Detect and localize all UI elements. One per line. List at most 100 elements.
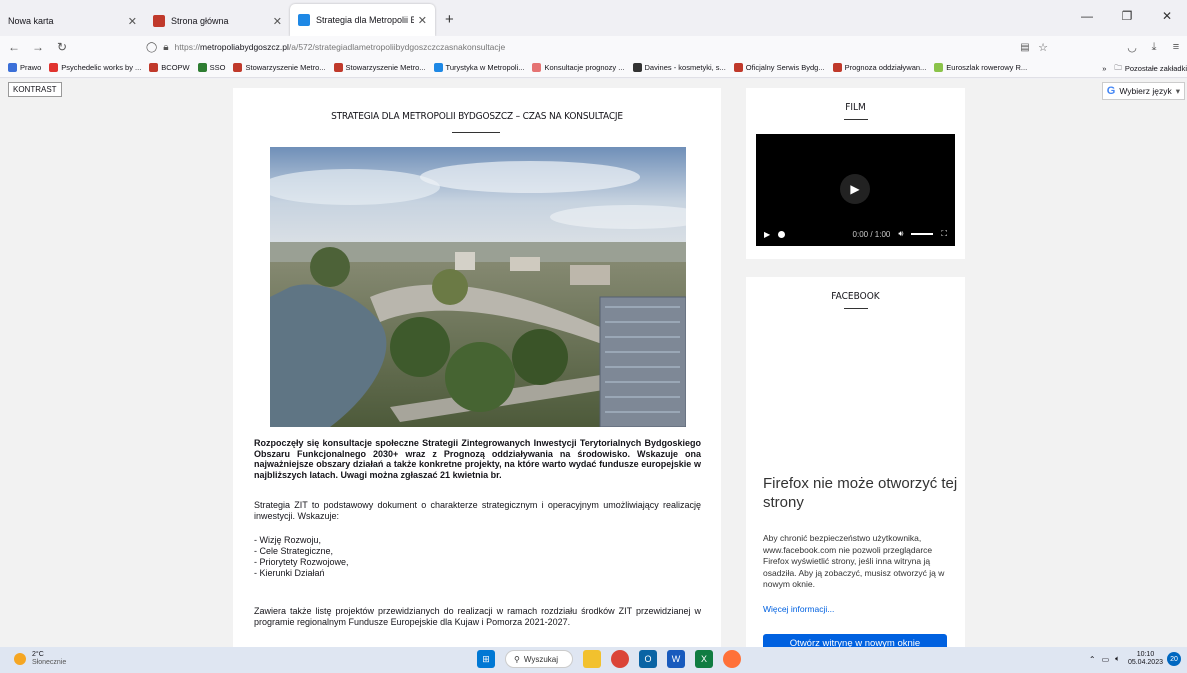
file-explorer-icon[interactable] bbox=[583, 650, 601, 668]
toolbar-right: ◡ ⤓ ≡ bbox=[1121, 36, 1187, 58]
bookmark-item[interactable]: SSO bbox=[197, 63, 225, 72]
embed-error-title: Firefox nie może otworzyć tej strony bbox=[763, 475, 958, 511]
windows-start-icon[interactable]: ⊞ bbox=[477, 650, 495, 668]
fullscreen-icon[interactable]: ⛶ bbox=[941, 229, 947, 239]
bookmark-label: Psychedelic works by ... bbox=[61, 63, 142, 72]
bookmark-favicon-icon bbox=[832, 63, 842, 72]
bookmark-favicon-icon bbox=[433, 63, 443, 72]
bookmark-item[interactable]: Prognoza oddziaływan... bbox=[832, 63, 927, 72]
pocket-icon[interactable]: ◡ bbox=[1121, 41, 1143, 54]
bookmarks-toolbar: Prawo Psychedelic works by ... BCOPW SSO Sto… bbox=[0, 58, 1187, 78]
window-controls: — ❐ ✕ bbox=[1067, 0, 1187, 32]
lock-icon[interactable]: 🔒︎ bbox=[163, 42, 168, 53]
new-tab-plus-icon[interactable]: + bbox=[435, 11, 464, 38]
bookmark-favicon-icon bbox=[197, 63, 207, 72]
bookmark-item[interactable]: Konsultacje prognozy ... bbox=[532, 63, 625, 72]
bookmark-favicon-icon bbox=[8, 63, 17, 72]
notification-badge[interactable]: 20 bbox=[1167, 652, 1181, 666]
bookmark-star-icon[interactable]: ☆ bbox=[1034, 41, 1052, 54]
bookmark-label: Stowarzyszenie Metro... bbox=[345, 63, 426, 72]
menu-icon[interactable]: ≡ bbox=[1165, 41, 1187, 53]
shield-icon[interactable]: ◯ bbox=[146, 42, 157, 53]
film-heading: FILM bbox=[845, 102, 866, 113]
url-domain: metropoliabydgoszcz.pl bbox=[200, 42, 289, 52]
close-window-icon[interactable]: ✕ bbox=[1147, 0, 1187, 32]
list-item: - Wizję Rozwoju, bbox=[254, 535, 322, 545]
article-paragraph: Strategia ZIT to podstawowy dokument o c… bbox=[254, 500, 701, 521]
word-icon[interactable]: W bbox=[667, 650, 685, 668]
article-photo bbox=[270, 147, 686, 427]
weather-condition: Słonecznie bbox=[32, 659, 67, 666]
excel-icon[interactable]: X bbox=[695, 650, 713, 668]
minimize-icon[interactable]: — bbox=[1067, 0, 1107, 32]
facebook-heading: FACEBOOK bbox=[831, 291, 880, 302]
close-tab-icon[interactable]: ✕ bbox=[269, 15, 282, 28]
article-card: STRATEGIA DLA METROPOLII BYDGOSZCZ – CZA… bbox=[233, 88, 721, 647]
volume-icon[interactable]: 🔊︎ bbox=[898, 229, 903, 239]
double-chevron-icon[interactable]: » bbox=[1102, 64, 1106, 73]
chevron-down-icon: ▾ bbox=[1175, 85, 1180, 96]
back-arrow-icon[interactable]: ← bbox=[4, 40, 24, 54]
article-list: - Wizję Rozwoju, - Cele Strategiczne, - … bbox=[254, 535, 701, 579]
downloads-icon[interactable]: ⤓ bbox=[1143, 41, 1165, 54]
bookmark-favicon-icon bbox=[733, 63, 743, 72]
seek-handle[interactable] bbox=[778, 230, 786, 238]
tab-title: Strona główna bbox=[171, 16, 229, 26]
tab-strip: Nowa karta ✕ Strona główna ✕ Strategia d… bbox=[0, 0, 1187, 38]
reader-view-icon[interactable]: ▤ bbox=[1016, 42, 1034, 53]
bookmark-favicon-icon bbox=[333, 63, 343, 72]
bookmark-item[interactable]: Turystyka w Metropoli... bbox=[433, 63, 525, 72]
site-favicon-icon bbox=[153, 15, 165, 27]
weather-widget[interactable]: 2°C Słonecznie bbox=[14, 651, 66, 667]
bookmark-item[interactable]: Stowarzyszenie Metro... bbox=[233, 63, 326, 72]
chrome-icon[interactable] bbox=[611, 650, 629, 668]
folder-icon: 🗀︎ bbox=[1114, 62, 1122, 72]
forward-arrow-icon[interactable]: → bbox=[28, 40, 48, 54]
bookmark-item[interactable]: Oficjalny Serwis Bydg... bbox=[733, 63, 825, 72]
close-tab-icon[interactable]: ✕ bbox=[124, 15, 137, 28]
chevron-up-icon[interactable]: ⌃ bbox=[1089, 655, 1096, 664]
tab-new-tab[interactable]: Nowa karta ✕ bbox=[0, 4, 145, 38]
network-icon[interactable]: ▭ bbox=[1102, 655, 1110, 664]
outlook-icon[interactable]: O bbox=[639, 650, 657, 668]
bookmark-label: Prognoza oddziaływan... bbox=[844, 63, 927, 72]
more-info-link[interactable]: Więcej informacji... bbox=[763, 604, 834, 614]
reload-icon[interactable]: ↻ bbox=[52, 40, 72, 54]
article-paragraph: Zawiera także listę projektów przewidzia… bbox=[254, 606, 701, 627]
taskbar-search[interactable]: ⚲ Wyszukaj bbox=[505, 650, 573, 668]
film-widget: FILM ▶ ▶ 0:00 / 1:00 🔊︎ ⛶ bbox=[746, 88, 965, 259]
bookmark-item[interactable]: Davines - kosmetyki, s... bbox=[632, 63, 726, 72]
speaker-icon[interactable]: 🔈︎ bbox=[1115, 654, 1120, 664]
bookmark-label: Turystyka w Metropoli... bbox=[445, 63, 525, 72]
language-select[interactable]: G Wybierz język ▾ bbox=[1101, 82, 1185, 100]
clock-time: 10:10 bbox=[1136, 651, 1155, 658]
windows-taskbar: 2°C Słonecznie ⊞ ⚲ Wyszukaj O W X ⌃ ▭ 🔈︎ … bbox=[0, 647, 1187, 673]
volume-slider[interactable] bbox=[911, 233, 934, 235]
bookmark-item[interactable]: BCOPW bbox=[149, 63, 190, 72]
bookmark-item[interactable]: Stowarzyszenie Metro... bbox=[333, 63, 426, 72]
bookmark-item[interactable]: Euroszlak rowerowy R... bbox=[934, 63, 1027, 72]
close-tab-icon[interactable]: ✕ bbox=[414, 14, 427, 27]
play-small-icon[interactable]: ▶ bbox=[764, 230, 770, 239]
bookmark-favicon-icon bbox=[934, 63, 944, 72]
firefox-icon[interactable] bbox=[723, 650, 741, 668]
site-favicon-icon bbox=[298, 14, 310, 26]
bookmark-item[interactable]: Psychedelic works by ... bbox=[49, 63, 141, 72]
video-time: 0:00 / 1:00 bbox=[852, 229, 891, 239]
video-player[interactable]: ▶ ▶ 0:00 / 1:00 🔊︎ ⛶ bbox=[756, 134, 955, 246]
url-actions: ▤ ☆ bbox=[1016, 36, 1052, 58]
clock[interactable]: 10:10 05.04.2023 bbox=[1128, 651, 1163, 667]
bookmark-label: Stowarzyszenie Metro... bbox=[245, 63, 326, 72]
tab-home[interactable]: Strona główna ✕ bbox=[145, 4, 290, 38]
bookmark-item[interactable]: Prawo bbox=[8, 63, 41, 72]
kontrast-button[interactable]: KONTRAST bbox=[8, 82, 62, 97]
sun-icon bbox=[14, 653, 26, 665]
tab-strategia[interactable]: Strategia dla Metropolii Bydgo: ✕ bbox=[290, 4, 435, 36]
restore-icon[interactable]: ❐ bbox=[1107, 0, 1147, 32]
taskbar-apps: ⊞ ⚲ Wyszukaj O W X bbox=[472, 650, 746, 668]
open-in-new-window-button[interactable]: Otwórz witrynę w nowym oknie bbox=[763, 634, 947, 647]
bookmark-label: Oficjalny Serwis Bydg... bbox=[745, 63, 825, 72]
play-icon[interactable]: ▶ bbox=[840, 174, 870, 204]
address-bar[interactable]: ◯ 🔒︎ https://metropoliabydgoszcz.pl/a/57… bbox=[146, 38, 1046, 56]
bookmarks-overflow[interactable]: » 🗀︎ Pozostałe zakładki bbox=[1096, 58, 1187, 77]
